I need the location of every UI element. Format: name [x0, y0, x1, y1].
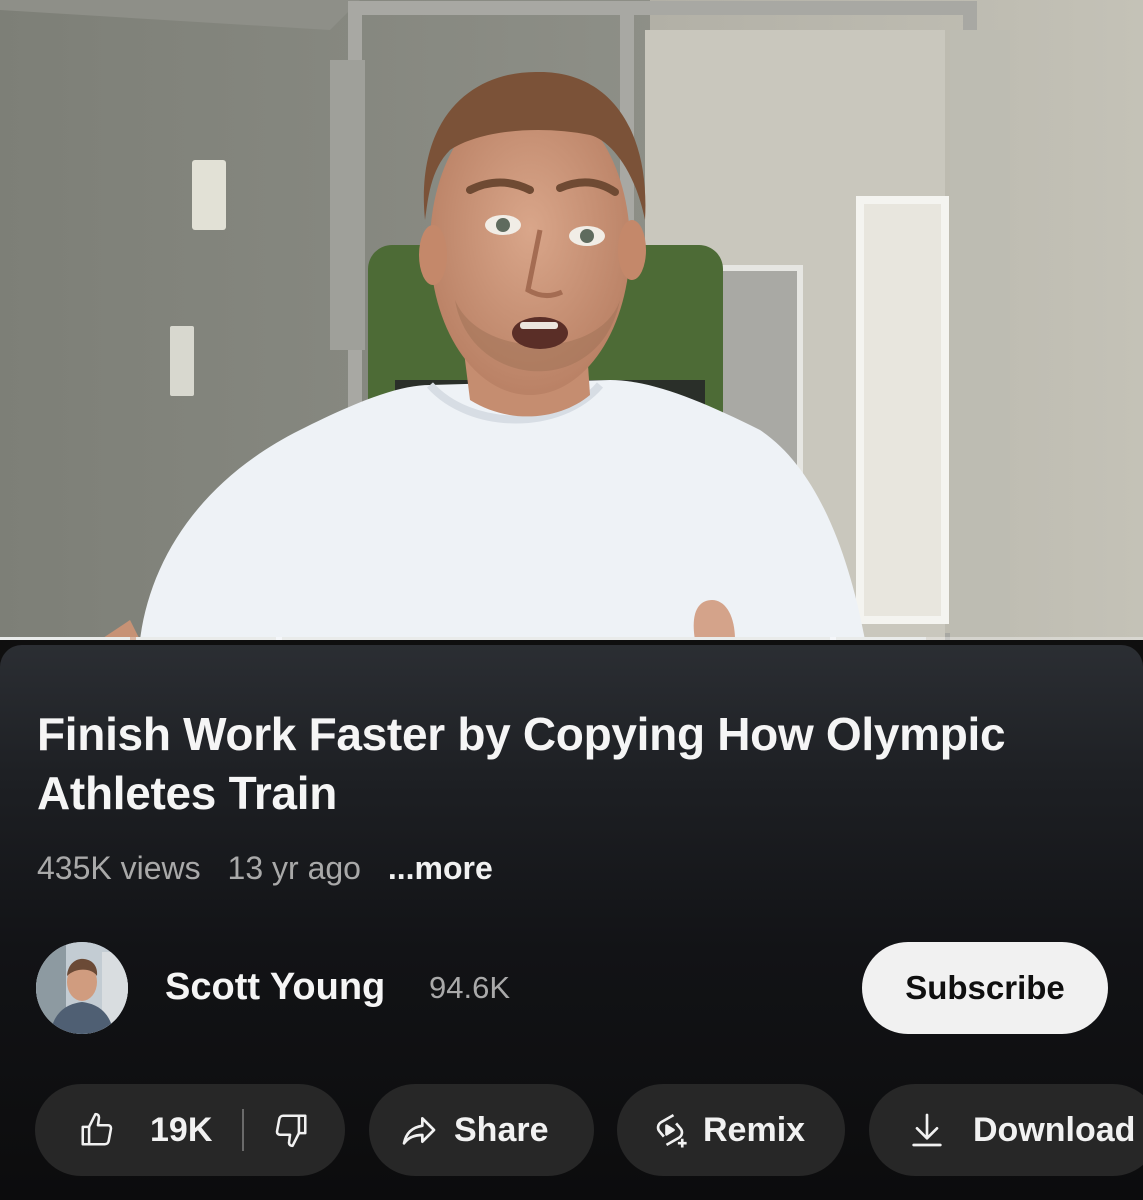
- thumbs-up-icon: [81, 1112, 113, 1146]
- remix-button[interactable]: Remix: [617, 1084, 845, 1176]
- like-divider: [242, 1109, 245, 1151]
- progress-chapter-3: [282, 637, 830, 640]
- channel-row: Scott Young 94.6K Subscribe: [0, 942, 1143, 1038]
- share-label: Share: [454, 1110, 549, 1149]
- download-label: Download: [973, 1110, 1136, 1149]
- share-button[interactable]: Share: [369, 1084, 594, 1176]
- like-dislike-pill: 19K: [35, 1084, 345, 1176]
- remix-label: Remix: [703, 1110, 806, 1149]
- share-arrow-icon: [402, 1117, 436, 1145]
- channel-avatar[interactable]: [36, 942, 128, 1034]
- avatar-image: [36, 942, 128, 1034]
- remix-icon: [656, 1113, 687, 1148]
- video-info-panel: Finish Work Faster by Copying How Olympi…: [0, 645, 1143, 1200]
- video-meta[interactable]: 435K views 13 yr ago ...more: [37, 850, 511, 887]
- progress-chapter-1: [0, 637, 130, 640]
- view-count: 435K views: [37, 850, 201, 886]
- progress-chapter-2: [136, 637, 276, 640]
- video-title[interactable]: Finish Work Faster by Copying How Olympi…: [37, 705, 1037, 823]
- subscribe-button[interactable]: Subscribe: [862, 942, 1108, 1034]
- progress-chapter-4: [836, 637, 926, 640]
- channel-name[interactable]: Scott Young: [165, 966, 385, 1009]
- subscriber-count: 94.6K: [429, 970, 511, 1005]
- download-button[interactable]: Download: [869, 1084, 1143, 1176]
- action-bar: 19K Share Remix Download: [0, 1084, 1143, 1176]
- like-count: 19K: [150, 1110, 213, 1149]
- dislike-button[interactable]: [272, 1111, 310, 1149]
- thumbs-down-icon: [276, 1114, 307, 1148]
- video-frame-image: [0, 0, 1143, 640]
- video-player[interactable]: [0, 0, 1143, 640]
- download-icon: [912, 1113, 942, 1147]
- like-button[interactable]: 19K: [78, 1111, 212, 1150]
- upload-age: 13 yr ago: [227, 850, 361, 886]
- more-link[interactable]: ...more: [388, 850, 493, 886]
- video-progress-bar[interactable]: [0, 637, 1143, 640]
